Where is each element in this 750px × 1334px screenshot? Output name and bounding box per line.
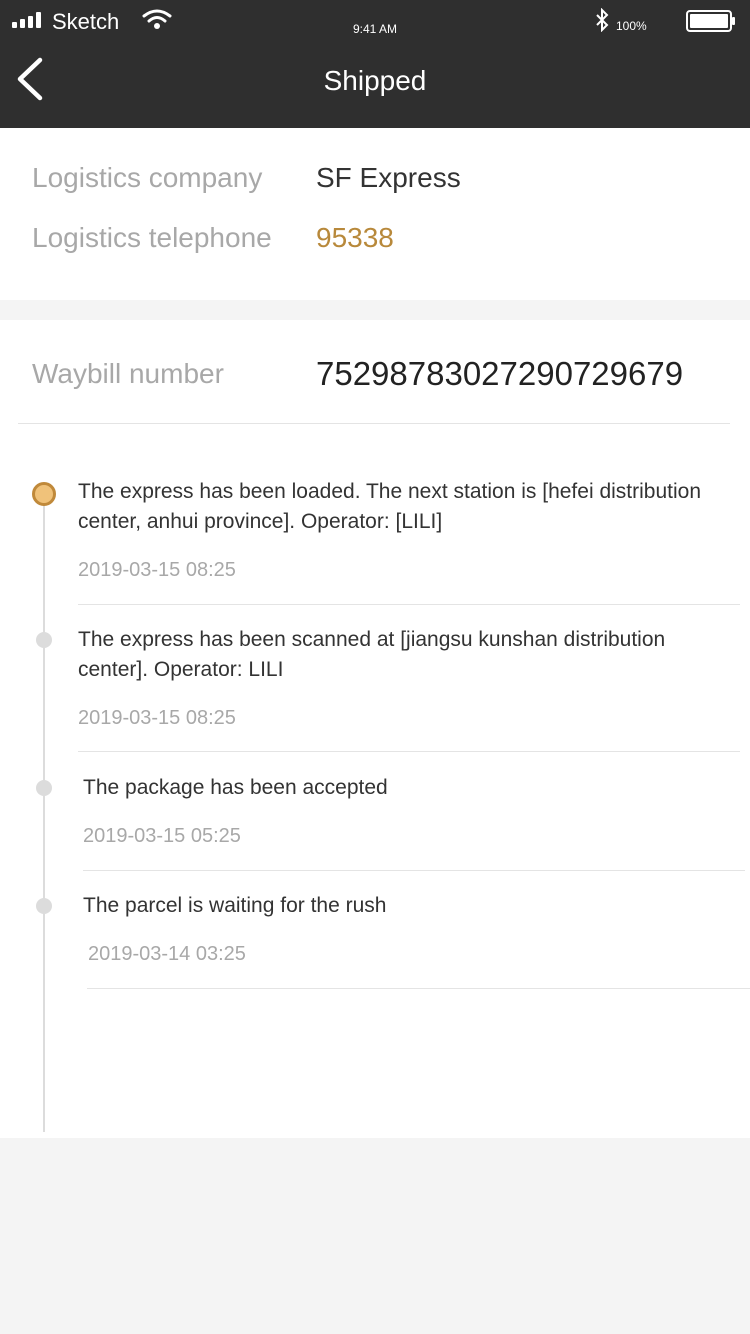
- waybill-row: Waybill number 75298783027290729679: [0, 352, 750, 396]
- timeline-dot-active: [32, 482, 56, 506]
- timeline-dot: [36, 632, 52, 648]
- event-text: The express has been scanned at [jiangsu…: [78, 628, 666, 681]
- nav-bar: Shipped: [0, 44, 750, 128]
- event-time: 2019-03-15 05:25: [83, 825, 241, 847]
- waybill-number: 75298783027290729679: [316, 355, 684, 392]
- page-title: Shipped: [323, 65, 427, 96]
- event-divider: [87, 988, 750, 989]
- logistics-company-value: SF Express: [316, 162, 461, 193]
- event-text: The parcel is waiting for the rush: [83, 894, 387, 917]
- timeline-dot: [36, 898, 52, 914]
- bluetooth-icon: [596, 8, 609, 32]
- logistics-company-row: Logistics company SF Express: [0, 158, 750, 198]
- event-time: 2019-03-14 03:25: [88, 943, 246, 965]
- status-bar: Sketch 9:41 AM 100%: [0, 0, 750, 44]
- logistics-phone-link[interactable]: 95338: [316, 218, 394, 258]
- timeline-event: The express has been loaded. The next st…: [78, 477, 728, 585]
- event-text: The express has been loaded. The next st…: [78, 480, 701, 533]
- timeline-event: The package has been accepted 2019-03-15…: [83, 773, 733, 851]
- event-time: 2019-03-15 08:25: [78, 707, 236, 729]
- logistics-info-card: Logistics company SF Express Logistics t…: [0, 128, 750, 300]
- logistics-phone-row: Logistics telephone 95338: [0, 218, 750, 258]
- timeline-line: [43, 492, 45, 1132]
- event-divider: [78, 751, 740, 752]
- logistics-phone-label: Logistics telephone: [32, 222, 272, 253]
- event-time: 2019-03-15 08:25: [78, 559, 236, 581]
- event-divider: [83, 870, 745, 871]
- header: Sketch 9:41 AM 100% Shipped: [0, 0, 750, 128]
- tracking-card: Waybill number 75298783027290729679 The …: [0, 320, 750, 1138]
- battery-percent: 100%: [616, 19, 647, 33]
- waybill-label: Waybill number: [32, 358, 224, 389]
- timeline-dot: [36, 780, 52, 796]
- timeline-event: The express has been scanned at [jiangsu…: [78, 625, 738, 733]
- timeline-event: The parcel is waiting for the rush 2019-…: [83, 891, 733, 969]
- event-divider: [78, 604, 740, 605]
- event-text: The package has been accepted: [83, 776, 388, 799]
- logistics-company-label: Logistics company: [32, 162, 263, 193]
- battery-icon: [686, 10, 735, 32]
- divider: [18, 423, 730, 424]
